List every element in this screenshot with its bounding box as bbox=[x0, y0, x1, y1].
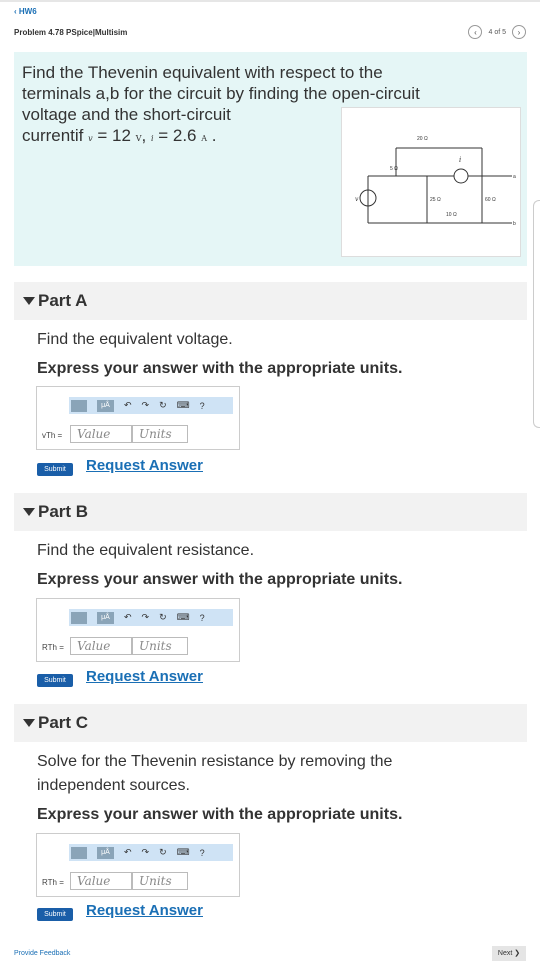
part-c-prompt-line-2: independent sources. bbox=[37, 777, 190, 794]
pager-text: 4 of 5 bbox=[488, 28, 506, 36]
provide-feedback-link[interactable]: Provide Feedback bbox=[14, 950, 70, 957]
keyboard-icon[interactable]: ⌨ bbox=[177, 847, 190, 858]
units-input[interactable]: Units bbox=[132, 425, 188, 443]
math-toolbar: μÅ ↶ ↷ ↻ ⌨ ? bbox=[69, 844, 233, 861]
part-c-header[interactable]: Part C bbox=[14, 704, 527, 742]
units-input[interactable]: Units bbox=[132, 872, 188, 890]
value-input[interactable]: Value bbox=[70, 637, 132, 655]
part-c-prompt-line-1: Solve for the Thevenin resistance by rem… bbox=[37, 753, 393, 770]
math-toolbar: μÅ ↶ ↷ ↻ ⌨ ? bbox=[69, 397, 233, 414]
v-label: v bbox=[355, 196, 359, 203]
part-c-instruction: Express your answer with the appropriate… bbox=[37, 806, 403, 823]
request-answer-link[interactable]: Request Answer bbox=[86, 668, 203, 685]
collapse-triangle-icon bbox=[23, 508, 35, 516]
r10-label: 10 Ω bbox=[446, 212, 457, 218]
keyboard-icon[interactable]: ⌨ bbox=[177, 612, 190, 623]
prev-icon[interactable]: ‹ bbox=[468, 25, 483, 39]
part-c-answer-box: μÅ ↶ ↷ ↻ ⌨ ? RTh = Value Units bbox=[36, 833, 240, 897]
r25-label: 25 Ω bbox=[430, 197, 441, 203]
request-answer-link[interactable]: Request Answer bbox=[86, 457, 203, 474]
undo-icon[interactable]: ↶ bbox=[124, 847, 132, 858]
r5-label: 5 Ω bbox=[390, 166, 398, 172]
circuit-diagram: 20 Ω 5 Ω 25 Ω 60 Ω 10 Ω i v a b bbox=[355, 136, 516, 227]
part-b-header[interactable]: Part B bbox=[14, 493, 527, 531]
pager: ‹ 4 of 5 › bbox=[468, 25, 526, 39]
units-button[interactable]: μÅ bbox=[97, 399, 114, 412]
reset-icon[interactable]: ↻ bbox=[159, 612, 167, 623]
template-icon[interactable] bbox=[71, 611, 87, 624]
value-input[interactable]: Value bbox=[70, 425, 132, 443]
terminal-b-label: b bbox=[513, 221, 516, 227]
keyboard-icon[interactable]: ⌨ bbox=[177, 400, 190, 411]
redo-icon[interactable]: ↷ bbox=[142, 847, 150, 858]
scrollbar[interactable] bbox=[533, 200, 540, 428]
undo-icon[interactable]: ↶ bbox=[124, 400, 132, 411]
variable-label: RTh = bbox=[42, 878, 64, 887]
top-border bbox=[0, 0, 540, 2]
problem-line-1: Find the Thevenin equivalent with respec… bbox=[22, 63, 383, 82]
next-button[interactable]: Next ❯ bbox=[492, 946, 526, 961]
part-b-instruction: Express your answer with the appropriate… bbox=[37, 571, 403, 588]
collapse-triangle-icon bbox=[23, 719, 35, 727]
request-answer-link[interactable]: Request Answer bbox=[86, 902, 203, 919]
part-b-answer-box: μÅ ↶ ↷ ↻ ⌨ ? RTh = Value Units bbox=[36, 598, 240, 662]
submit-button[interactable]: Submit bbox=[37, 463, 73, 476]
template-icon[interactable] bbox=[71, 846, 87, 859]
problem-statement: Find the Thevenin equivalent with respec… bbox=[14, 52, 527, 266]
submit-button[interactable]: Submit bbox=[37, 908, 73, 921]
reset-icon[interactable]: ↻ bbox=[159, 400, 167, 411]
reset-icon[interactable]: ↻ bbox=[159, 847, 167, 858]
back-label: HW6 bbox=[18, 7, 37, 16]
submit-button[interactable]: Submit bbox=[37, 674, 73, 687]
r20-label: 20 Ω bbox=[417, 136, 428, 142]
units-button[interactable]: μÅ bbox=[97, 846, 114, 859]
part-c-label: Part C bbox=[38, 713, 89, 732]
problem-line-2: terminals a,b for the circuit by finding… bbox=[22, 84, 420, 103]
r60-label: 60 Ω bbox=[485, 197, 496, 203]
collapse-triangle-icon bbox=[23, 297, 35, 305]
problem-title: Problem 4.78 PSpice|Multisim bbox=[14, 28, 128, 37]
math-toolbar: μÅ ↶ ↷ ↻ ⌨ ? bbox=[69, 609, 233, 626]
terminal-a-label: a bbox=[513, 174, 516, 180]
i-label: i bbox=[459, 156, 461, 164]
variable-label: vTh = bbox=[42, 431, 63, 440]
next-icon[interactable]: › bbox=[512, 25, 526, 39]
undo-icon[interactable]: ↶ bbox=[124, 612, 132, 623]
part-b-label: Part B bbox=[38, 502, 89, 521]
part-a-label: Part A bbox=[38, 291, 88, 310]
circuit-figure: 20 Ω 5 Ω 25 Ω 60 Ω 10 Ω i v a b bbox=[341, 107, 521, 257]
help-icon[interactable]: ? bbox=[200, 848, 205, 858]
help-icon[interactable]: ? bbox=[200, 613, 205, 623]
back-link[interactable]: ‹ HW6 bbox=[14, 7, 37, 16]
help-icon[interactable]: ? bbox=[200, 401, 205, 411]
part-a-header[interactable]: Part A bbox=[14, 282, 527, 320]
template-icon[interactable] bbox=[71, 399, 87, 412]
part-b-prompt: Find the equivalent resistance. bbox=[37, 542, 255, 559]
units-button[interactable]: μÅ bbox=[97, 611, 114, 624]
part-a-instruction: Express your answer with the appropriate… bbox=[37, 360, 403, 377]
units-input[interactable]: Units bbox=[132, 637, 188, 655]
redo-icon[interactable]: ↷ bbox=[142, 400, 150, 411]
redo-icon[interactable]: ↷ bbox=[142, 612, 150, 623]
variable-label: RTh = bbox=[42, 643, 64, 652]
value-input[interactable]: Value bbox=[70, 872, 132, 890]
part-a-prompt: Find the equivalent voltage. bbox=[37, 331, 233, 348]
part-a-answer-box: μÅ ↶ ↷ ↻ ⌨ ? vTh = Value Units bbox=[36, 386, 240, 450]
